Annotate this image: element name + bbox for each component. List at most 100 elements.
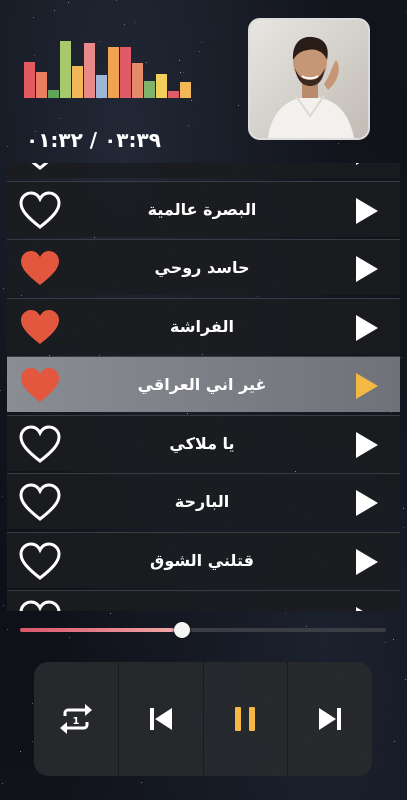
visualizer-bar [96, 75, 107, 98]
repeat-button[interactable]: 1 [34, 662, 118, 776]
song-row[interactable] [7, 163, 400, 178]
star-dot [110, 613, 112, 615]
play-icon[interactable] [352, 254, 382, 284]
visualizer-bar [156, 74, 167, 98]
skip-next-icon [319, 708, 342, 730]
heart-outline-icon[interactable] [19, 163, 61, 170]
visualizer-bar [132, 63, 143, 98]
star-dot [404, 678, 406, 680]
star-dot [115, 0, 117, 2]
pause-icon [235, 707, 256, 731]
total-time: ٠٣:٣٩ [104, 128, 161, 152]
song-row[interactable]: الفراشة [7, 298, 400, 354]
star-dot [198, 51, 200, 53]
song-title: غير اني العراقي [137, 375, 267, 394]
star-dot [385, 642, 386, 644]
seek-bar[interactable] [20, 622, 386, 638]
play-icon[interactable] [352, 430, 382, 460]
song-row[interactable]: يا ملاكي [7, 415, 400, 471]
visualizer-bar [168, 91, 179, 98]
visualizer-bar [36, 72, 47, 98]
song-title: قتلني الشوق [150, 551, 254, 570]
svg-text:1: 1 [72, 716, 79, 727]
star-dot [31, 703, 33, 705]
star-dot [2, 287, 4, 289]
visualizer-bar [24, 62, 35, 98]
previous-button[interactable] [117, 662, 203, 776]
song-list[interactable]: البصرة عالمية حاسد روحي الفراشة غير اني الع… [7, 163, 400, 611]
time-display: ٠٣:٣٩ / ٠١:٣٢ [26, 128, 196, 154]
play-icon[interactable] [352, 488, 382, 518]
song-row[interactable]: البارحة [7, 473, 400, 529]
repeat-one-icon: 1 [59, 704, 92, 734]
play-icon[interactable] [352, 371, 382, 401]
star-dot [141, 781, 143, 783]
star-dot [402, 508, 404, 510]
song-row[interactable]: حاسد روحي [7, 239, 400, 295]
star-dot [1, 782, 3, 784]
star-dot [20, 751, 22, 753]
heart-filled-icon[interactable] [19, 308, 61, 346]
song-title: البصرة عالمية [147, 200, 257, 219]
visualizer-bar [72, 66, 83, 98]
skip-previous-icon [149, 708, 172, 730]
heart-outline-icon[interactable] [19, 542, 61, 580]
star-dot [201, 41, 203, 43]
star-dot [1, 495, 3, 497]
star-dot [337, 142, 339, 144]
time-separator: / [89, 128, 98, 152]
star-dot [188, 125, 190, 127]
song-title: يا ملاكي [169, 434, 235, 453]
visualizer-bar [180, 82, 191, 98]
play-icon[interactable] [352, 163, 382, 167]
play-icon[interactable] [352, 547, 382, 577]
star-dot [285, 612, 287, 614]
current-time: ٠١:٣٢ [26, 128, 83, 152]
star-dot [33, 16, 35, 18]
song-title: حاسد روحي [154, 258, 250, 277]
play-icon[interactable] [352, 313, 382, 343]
star-dot [0, 389, 2, 391]
song-row[interactable]: البصرة عالمية [7, 181, 400, 237]
song-row[interactable]: غير اني العراقي [7, 356, 400, 412]
seek-thumb[interactable] [174, 622, 190, 638]
artist-photo [248, 18, 370, 140]
star-dot [6, 628, 8, 630]
playback-controls: 1 [34, 662, 372, 776]
heart-filled-icon[interactable] [19, 249, 61, 287]
next-button[interactable] [287, 662, 372, 776]
star-dot [134, 22, 136, 23]
heart-outline-icon[interactable] [19, 191, 61, 229]
audio-visualizer [24, 40, 196, 98]
heart-filled-icon[interactable] [19, 366, 61, 404]
visualizer-bar [120, 47, 131, 98]
star-dot [238, 105, 240, 107]
pause-button[interactable] [202, 662, 288, 776]
play-icon[interactable] [352, 605, 382, 611]
star-dot [190, 100, 192, 102]
song-row[interactable]: قتلني الشوق [7, 532, 400, 588]
visualizer-bar [144, 81, 155, 98]
star-dot [393, 638, 395, 640]
star-dot [403, 527, 405, 529]
song-title: البارحة [174, 492, 230, 511]
visualizer-bar [84, 43, 95, 98]
visualizer-bar [48, 90, 59, 98]
visualizer-bar [60, 41, 71, 98]
song-row[interactable] [7, 590, 400, 611]
visualizer-bar [108, 47, 119, 98]
star-dot [58, 117, 60, 119]
star-dot [123, 23, 125, 25]
song-title: الفراشة [170, 317, 234, 336]
heart-outline-icon[interactable] [19, 600, 61, 611]
star-dot [401, 356, 403, 358]
seek-progress-fill [20, 628, 174, 632]
heart-outline-icon[interactable] [19, 425, 61, 463]
play-icon[interactable] [352, 196, 382, 226]
star-dot [7, 146, 9, 148]
artist-portrait-image [250, 20, 368, 138]
star-dot [3, 605, 5, 607]
star-dot [68, 2, 70, 4]
star-dot [54, 10, 56, 12]
heart-outline-icon[interactable] [19, 483, 61, 521]
